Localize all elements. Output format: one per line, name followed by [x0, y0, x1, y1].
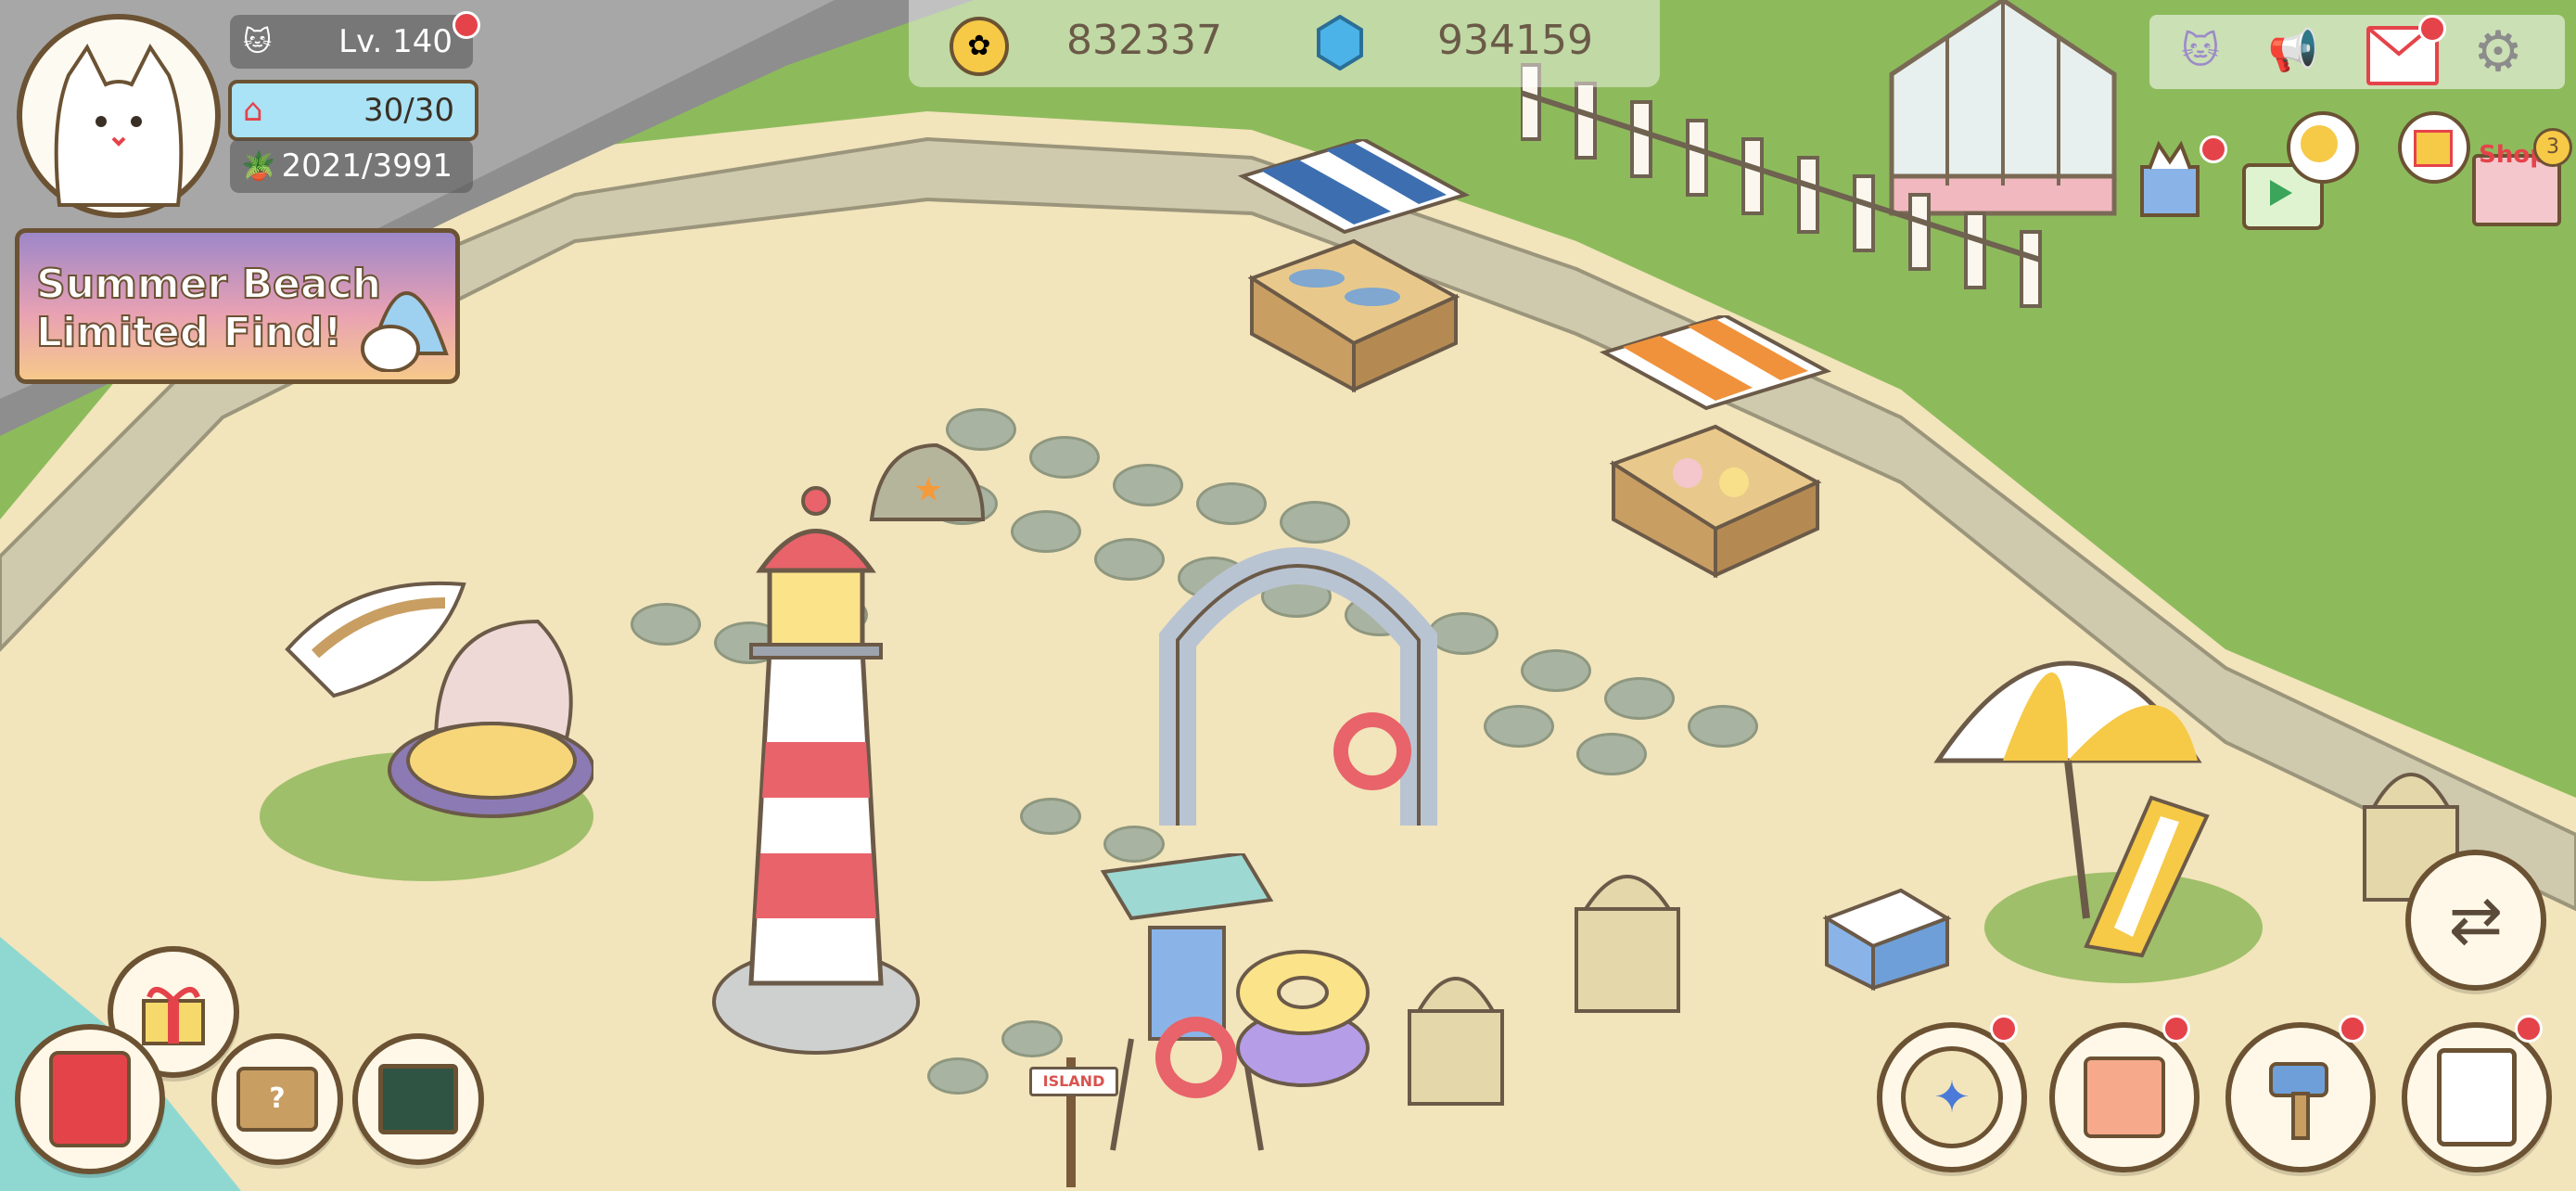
diary-button[interactable]	[15, 1024, 165, 1174]
gem-count: 934159	[1437, 17, 1593, 64]
storage-box-icon: ?	[236, 1067, 318, 1132]
gift-box-icon	[2084, 1057, 2165, 1138]
clipboard-button[interactable]	[2402, 1022, 2552, 1172]
swap-mode-button[interactable]: ⇄	[2405, 850, 2546, 991]
rowboat[interactable]	[278, 566, 482, 705]
megaphone-icon[interactable]: 📢	[2261, 22, 2326, 80]
white-fence	[1521, 63, 2042, 308]
compass-notification-dot	[1990, 1015, 2018, 1043]
gift-box-notification-dot	[2162, 1015, 2190, 1043]
cat-level-icon: 🐱	[243, 25, 273, 58]
plants-count: 2021/3991	[281, 147, 453, 185]
gear-icon[interactable]: ⚙	[2465, 20, 2531, 83]
summer-beach-event-banner[interactable]: Summer Beach Limited Find!	[15, 228, 460, 384]
cat-gift-icon[interactable]	[2133, 139, 2209, 223]
event-banner-text: Summer Beach Limited Find!	[35, 260, 382, 357]
shop-button[interactable]: Shop 3	[2467, 128, 2572, 226]
level-text: Lv. 140	[338, 23, 453, 60]
lighthouse[interactable]	[705, 482, 927, 1057]
top-right-menu: 🐱 📢 ⚙	[2149, 15, 2565, 89]
housing-count: 30/30	[363, 92, 454, 129]
swim-rings	[1236, 950, 1370, 1087]
hammer-notification-dot	[2339, 1015, 2366, 1043]
currency-bar: ✿ 832337 934159	[909, 0, 1660, 87]
level-notification-dot	[453, 11, 480, 39]
coin-icon: ✿	[950, 17, 1009, 76]
cat-gift-notification-dot	[2200, 135, 2227, 163]
level-chip[interactable]: 🐱 Lv. 140	[230, 15, 473, 69]
gem-icon	[1317, 14, 1363, 71]
event-line1: Summer Beach	[35, 260, 382, 309]
mail-notification-dot	[2418, 15, 2446, 43]
event-line2: Limited Find!	[35, 308, 343, 357]
compass-icon: ✦	[1901, 1046, 2003, 1148]
collection-board-icon	[378, 1064, 458, 1134]
collection-board-button[interactable]	[352, 1033, 484, 1165]
sand-castle-tower-bottom	[1408, 977, 1504, 1106]
deck-chair[interactable]	[2068, 779, 2235, 965]
compass-button[interactable]: ✦	[1877, 1022, 2027, 1172]
svg-text:★: ★	[913, 471, 943, 509]
clipboard-notification-dot	[2515, 1015, 2543, 1043]
gift-icon	[142, 987, 205, 1045]
hammer-icon	[2269, 1062, 2328, 1140]
housing-chip[interactable]: ⌂ 30/30	[228, 80, 478, 141]
build-hammer-button[interactable]	[2225, 1022, 2376, 1172]
diary-icon	[49, 1051, 131, 1147]
stone-arch-gate[interactable]	[1150, 529, 1447, 844]
storage-box-button[interactable]: ?	[211, 1033, 343, 1165]
shell-market-stall[interactable]	[1595, 315, 1836, 594]
starfish-rock: ★	[869, 442, 986, 521]
friends-icon[interactable]: 🐱	[2159, 22, 2242, 80]
shop-badge: 3	[2533, 128, 2572, 167]
house-icon: ⌂	[243, 92, 263, 129]
clipboard-icon	[2437, 1048, 2517, 1146]
cooler-box[interactable]	[1817, 881, 1957, 992]
plant-icon: 🪴	[241, 149, 276, 183]
gift-bubble-icon[interactable]	[2398, 111, 2470, 184]
coin-bubble-icon[interactable]	[2287, 111, 2359, 184]
swap-mode-icon: ⇄	[2448, 882, 2504, 958]
fish-market-stall[interactable]	[1233, 139, 1474, 399]
player-avatar[interactable]	[17, 14, 221, 218]
coin-count: 832337	[1066, 17, 1222, 64]
seashell-cat-icon	[361, 291, 449, 372]
island-signpost[interactable]: ISLAND	[1029, 1057, 1118, 1187]
plants-chip[interactable]: 🪴 2021/3991	[230, 139, 473, 193]
sand-castle-tower-left	[1575, 875, 1680, 1013]
island-sign-label: ISLAND	[1029, 1067, 1118, 1096]
cat-avatar-icon	[54, 44, 184, 207]
gift-box-button[interactable]	[2049, 1022, 2200, 1172]
